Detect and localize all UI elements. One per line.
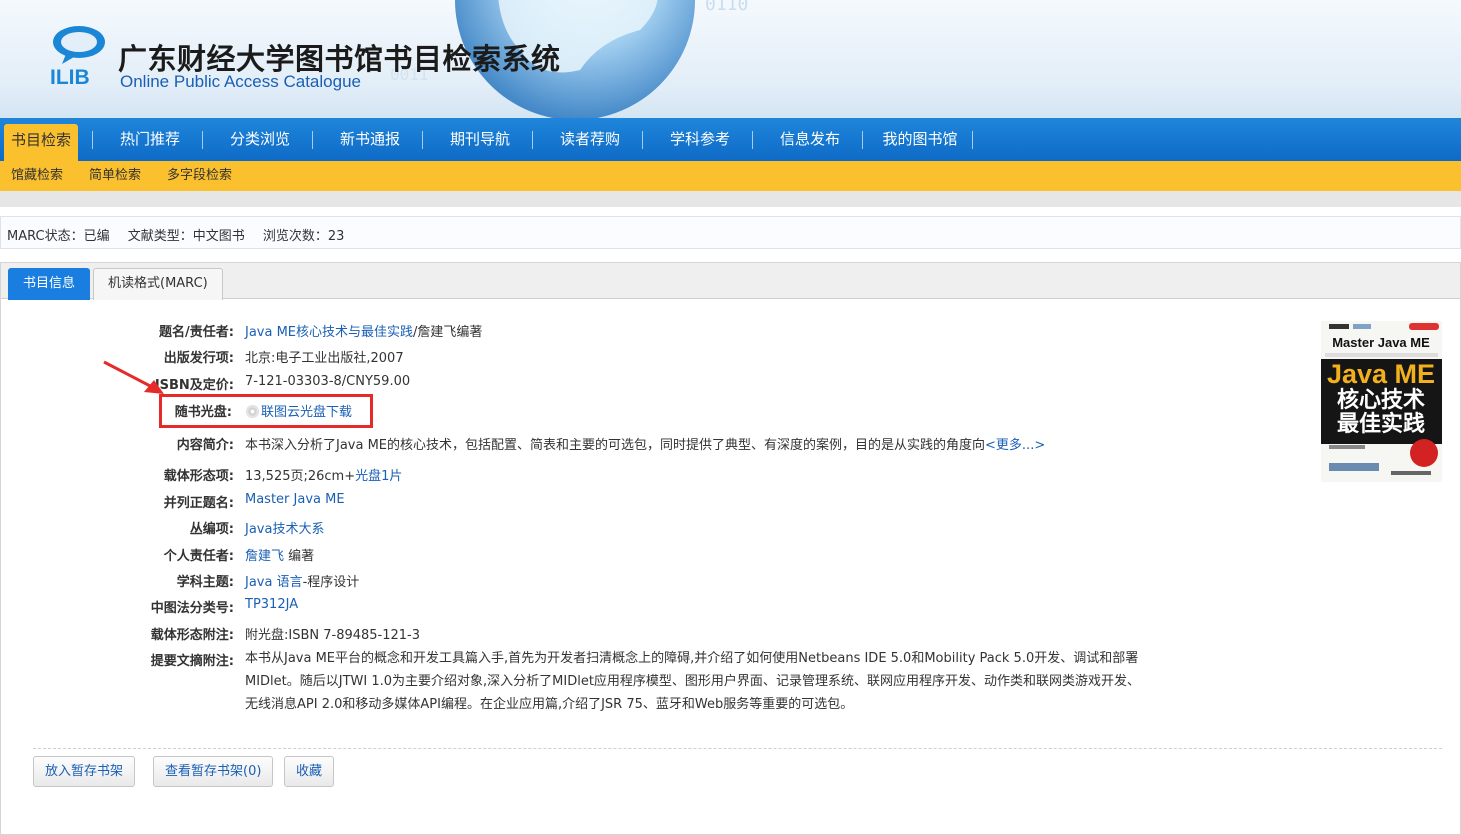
label-series: 丛编项:: [189, 522, 234, 537]
nav-separator: [422, 131, 423, 149]
cd-count-link[interactable]: 光盘1片: [355, 469, 402, 484]
add-to-shelf-button[interactable]: 放入暂存书架: [33, 756, 136, 787]
nav-item-catalog-search[interactable]: 书目检索: [4, 124, 78, 161]
nav-item-reader-purchase[interactable]: 读者荐购: [540, 118, 640, 161]
author-role: 编著: [284, 549, 315, 564]
value-abstract: 本书从Java ME平台的概念和开发工具篇入手,首先为开发者扫清概念上的障碍,并…: [245, 651, 1140, 712]
summary-text: 本书深入分析了Java ME的核心技术，包括配置、简表和主要的可选包，同时提供了…: [245, 438, 986, 453]
author-link[interactable]: 詹建飞: [245, 549, 284, 564]
physical-text: 13,525页;26cm+: [245, 469, 356, 484]
tab-bibliographic-info[interactable]: 书目信息: [8, 268, 91, 300]
value-author: 詹建飞 编著: [245, 545, 314, 564]
value-publication: 北京:电子工业出版社,2007: [245, 351, 404, 366]
nav-separator: [312, 131, 313, 149]
view-count: 浏览次数：23: [262, 229, 345, 244]
label-physical: 载体形态项:: [163, 469, 234, 484]
nav-separator: [862, 131, 863, 149]
label-physical-note: 载体形态附注:: [150, 628, 234, 643]
summary-more-link[interactable]: <更多...>: [985, 438, 1045, 453]
view-shelf-button[interactable]: 查看暂存书架(0): [153, 756, 274, 787]
label-clc: 中图法分类号:: [150, 601, 234, 616]
value-clc: TP312JA: [245, 597, 298, 612]
tab-bar: 书目信息 机读格式(MARC): [1, 263, 1460, 300]
favorite-button[interactable]: 收藏: [284, 756, 335, 787]
nav-separator: [642, 131, 643, 149]
site-subtitle: Online Public Access Catalogue: [120, 72, 361, 91]
cover-best-practice-text: 最佳实践: [1337, 411, 1425, 437]
nav-item-new-books[interactable]: 新书通报: [320, 118, 420, 161]
value-subject: Java 语言-程序设计: [245, 571, 359, 590]
subject-link[interactable]: Java 语言: [245, 575, 303, 590]
record-status-bar: MARC状态：已编 文献类型：中文图书 浏览次数：23: [0, 216, 1461, 249]
cover-java-me-text: Java ME: [1327, 359, 1435, 389]
subject-rest: -程序设计: [302, 575, 360, 590]
sub-nav-collection-search[interactable]: 馆藏检索: [11, 161, 63, 191]
doc-type: 文献类型：中文图书: [127, 229, 245, 244]
nav-separator: [202, 131, 203, 149]
tab-marc-format[interactable]: 机读格式(MARC): [93, 268, 223, 300]
nav-item-category-browse[interactable]: 分类浏览: [210, 118, 310, 161]
main-nav: 书目检索 热门推荐 分类浏览 新书通报 期刊导航 读者荐购 学科参考 信息发布 …: [0, 118, 1461, 161]
series-link[interactable]: Java技术大系: [245, 522, 324, 537]
nav-item-info-release[interactable]: 信息发布: [760, 118, 860, 161]
divider-band: [0, 191, 1461, 207]
label-summary: 内容简介:: [176, 438, 234, 453]
nav-separator: [752, 131, 753, 149]
book-cover-image: Master Java ME Java ME 核心技术 最佳实践: [1321, 321, 1442, 482]
nav-item-hot-recommend[interactable]: 热门推荐: [100, 118, 200, 161]
clc-link[interactable]: TP312JA: [245, 597, 298, 612]
marc-status: MARC状态：已编: [7, 229, 110, 244]
svg-text:0110: 0110: [705, 0, 748, 15]
sub-nav-multi-field-search[interactable]: 多字段检索: [167, 161, 232, 191]
nav-separator: [92, 131, 93, 149]
red-arrow-annotation-icon: [103, 360, 164, 394]
site-header: 0100 1010 0110 0011 ILIB 广东财经大学图书馆书目检索系统…: [0, 0, 1461, 118]
value-series: Java技术大系: [245, 518, 324, 537]
value-physical: 13,525页;26cm+光盘1片: [245, 465, 402, 484]
title-author: /詹建飞编著: [413, 325, 483, 340]
label-parallel-title: 并列正题名:: [163, 496, 234, 511]
record-status-text: MARC状态：已编 文献类型：中文图书 浏览次数：23: [7, 225, 358, 244]
nav-separator: [532, 131, 533, 149]
title-link[interactable]: Java ME核心技术与最佳实践: [245, 325, 413, 340]
highlight-box-annotation: [159, 394, 373, 428]
cover-top-text: Master Java ME: [1332, 335, 1430, 350]
label-subject: 学科主题:: [176, 575, 234, 590]
ilib-logo-icon: ILIB: [50, 26, 105, 89]
value-physical-note: 附光盘:ISBN 7-89485-121-3: [245, 628, 421, 643]
sub-nav-simple-search[interactable]: 简单检索: [89, 161, 141, 191]
value-title: Java ME核心技术与最佳实践/詹建飞编著: [245, 321, 482, 340]
nav-item-journal-nav[interactable]: 期刊导航: [430, 118, 530, 161]
cover-core-tech-text: 核心技术: [1337, 387, 1425, 413]
logo-text: ILIB: [50, 66, 90, 89]
nav-separator: [972, 131, 973, 149]
label-author: 个人责任者:: [163, 549, 234, 564]
label-abstract: 提要文摘附注:: [150, 654, 234, 669]
value-summary: 本书深入分析了Java ME的核心技术，包括配置、简表和主要的可选包，同时提供了…: [245, 434, 1045, 453]
label-title: 题名/责任者:: [159, 325, 234, 340]
nav-item-subject-reference[interactable]: 学科参考: [650, 118, 750, 161]
value-parallel-title: Master Java ME: [245, 492, 345, 507]
divider-line: [33, 748, 1442, 749]
parallel-title-link[interactable]: Master Java ME: [245, 492, 345, 507]
nav-item-my-library[interactable]: 我的图书馆: [868, 118, 972, 161]
sub-nav: 馆藏检索 简单检索 多字段检索: [0, 161, 1461, 191]
value-isbn: 7-121-03303-8/CNY59.00: [245, 374, 411, 389]
